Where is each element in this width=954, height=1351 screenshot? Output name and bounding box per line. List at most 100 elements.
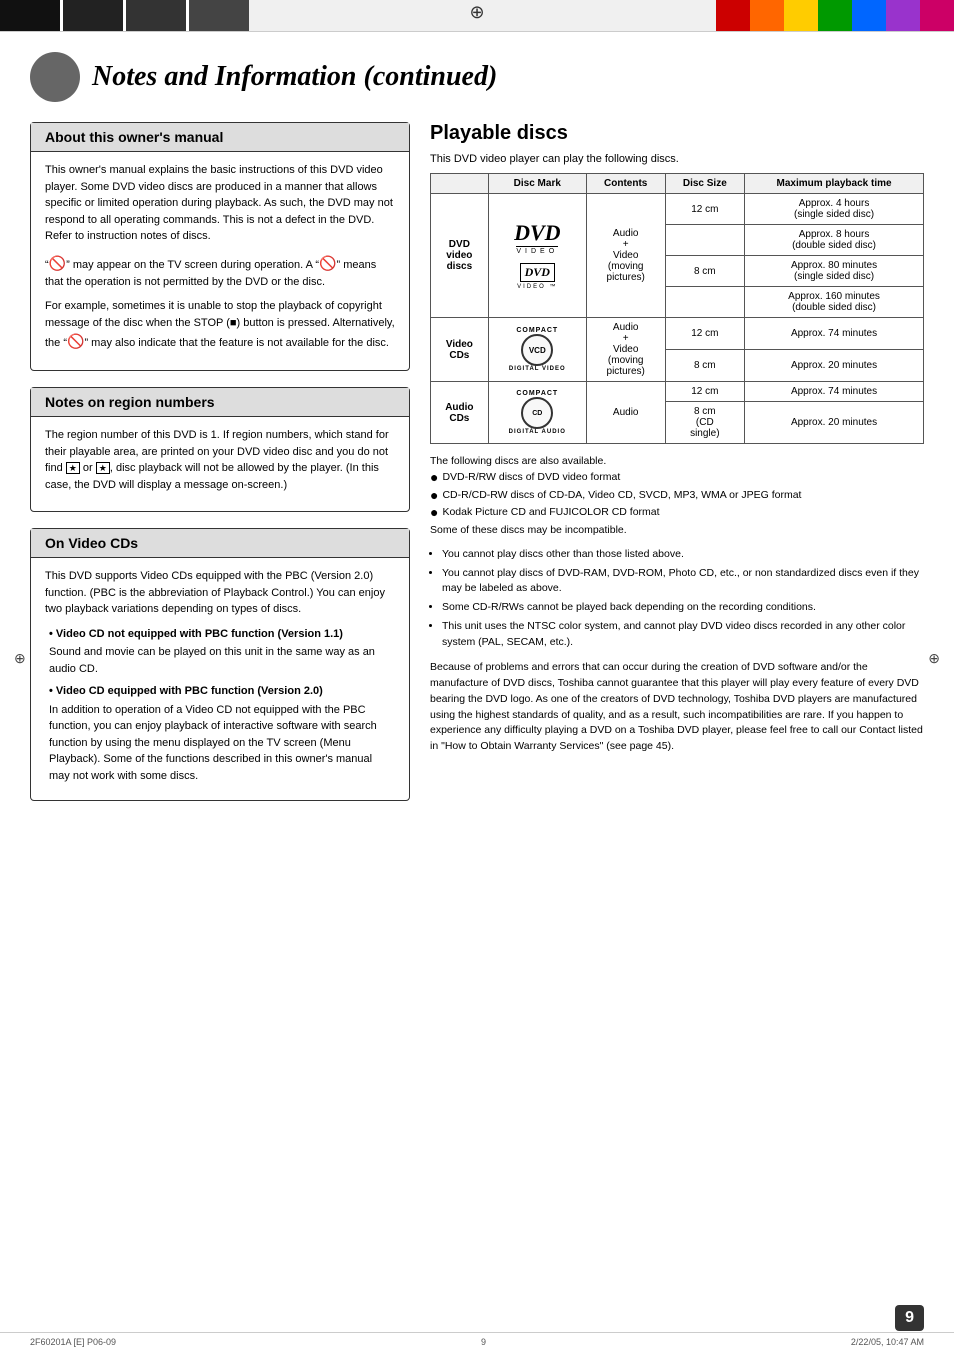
- dvd-logo: DVD VIDEO DVD VIDEO ™: [495, 222, 580, 290]
- acd-category: AudioCDs: [431, 382, 489, 444]
- playable-discs-subtitle: This DVD video player can play the follo…: [430, 153, 924, 165]
- bullet-icon-3: ●: [430, 505, 438, 521]
- vcd-size-8cm: 8 cm: [665, 350, 745, 382]
- table-row: DVDvideodiscs DVD VIDEO DVD VIDEO ™ Audi…: [431, 194, 924, 225]
- dvd-category: DVDvideodiscs: [431, 194, 489, 318]
- dvd-time-2: Approx. 8 hours(double sided disc): [745, 225, 924, 256]
- about-para-3: For example, sometimes it is unable to s…: [45, 298, 395, 352]
- compact-label-acd: COMPACT: [516, 390, 558, 397]
- col-header-max-time: Maximum playback time: [745, 174, 924, 194]
- warning-3: Some CD-R/RWs cannot be played back depe…: [442, 600, 924, 616]
- col-header-disc-size: Disc Size: [665, 174, 745, 194]
- also-available-item-3: ● Kodak Picture CD and FUJICOLOR CD form…: [430, 505, 924, 521]
- table-row: VideoCDs COMPACT VCD DIGITAL VIDEO: [431, 318, 924, 350]
- warning-2: You cannot play discs of DVD-RAM, DVD-RO…: [442, 566, 924, 598]
- acd-time-1: Approx. 74 minutes: [745, 382, 924, 402]
- playable-discs-title: Playable discs: [430, 122, 924, 145]
- also-available-item-2: ● CD-R/CD-RW discs of CD-DA, Video CD, S…: [430, 488, 924, 504]
- dvd-logo-cell: DVD VIDEO DVD VIDEO ™: [488, 194, 586, 318]
- compact-label: COMPACT: [516, 327, 558, 334]
- acd-size-8cm: 8 cm(CDsingle): [665, 402, 745, 444]
- on-video-cds-title: On Video CDs: [31, 529, 409, 558]
- on-video-cds-content: This DVD supports Video CDs equipped wit…: [31, 558, 409, 800]
- also-available-intro: The following discs are also available.: [430, 454, 924, 470]
- col-header-disc-mark: Disc Mark: [488, 174, 586, 194]
- footer-center: 9: [481, 1337, 486, 1347]
- digital-video-label: DIGITAL VIDEO: [509, 366, 566, 372]
- notes-region-text: The region number of this DVD is 1. If r…: [45, 427, 395, 493]
- also-item-text-2: CD-R/CD-RW discs of CD-DA, Video CD, SVC…: [442, 488, 801, 504]
- disc-table: Disc Mark Contents Disc Size Maximum pla…: [430, 173, 924, 444]
- about-manual-section: About this owner's manual This owner's m…: [30, 122, 410, 371]
- vcd-time-1: Approx. 74 minutes: [745, 318, 924, 350]
- vcd-logo-cell: COMPACT VCD DIGITAL VIDEO: [488, 318, 586, 382]
- video-cd-text-2: In addition to operation of a Video CD n…: [49, 702, 395, 785]
- right-column: Playable discs This DVD video player can…: [430, 122, 924, 817]
- title-decoration: [30, 52, 80, 102]
- also-available-section: The following discs are also available. …: [430, 454, 924, 539]
- dvd-time-1: Approx. 4 hours(single sided disc): [745, 194, 924, 225]
- also-item-text-3: Kodak Picture CD and FUJICOLOR CD format: [442, 505, 659, 521]
- bullet-icon-1: ●: [430, 470, 438, 486]
- warnings-list: You cannot play discs other than those l…: [430, 547, 924, 651]
- video-cd-text-1: Sound and movie can be played on this un…: [49, 644, 395, 677]
- on-video-intro: This DVD supports Video CDs equipped wit…: [45, 568, 395, 618]
- dvd-contents: Audio+Video(movingpictures): [586, 194, 665, 318]
- acd-time-2: Approx. 20 minutes: [745, 402, 924, 444]
- footer: 2F60201A [E] P06-09 9 2/22/05, 10:47 AM: [0, 1332, 954, 1351]
- dvd-size-12cm: 12 cm: [665, 194, 745, 225]
- col-header-contents: Contents: [586, 174, 665, 194]
- acd-inner-text: CD: [532, 410, 542, 417]
- dvd-logo-small: DVD: [520, 263, 555, 282]
- main-content: About this owner's manual This owner's m…: [0, 112, 954, 827]
- dvd-size-8cm: 8 cm: [665, 256, 745, 287]
- dvd-size-12cm-2: [665, 225, 745, 256]
- table-row: AudioCDs COMPACT CD DIGITAL AUDIO: [431, 382, 924, 402]
- footer-left: 2F60201A [E] P06-09: [30, 1337, 116, 1347]
- video-cd-item-2: • Video CD equipped with PBC function (V…: [45, 683, 395, 784]
- vcd-contents: Audio+Video(movingpictures): [586, 318, 665, 382]
- acd-logo: COMPACT CD DIGITAL AUDIO: [495, 390, 580, 435]
- vcd-time-2: Approx. 20 minutes: [745, 350, 924, 382]
- notes-region-section: Notes on region numbers The region numbe…: [30, 387, 410, 512]
- dvd-video-label-small: VIDEO ™: [517, 284, 557, 290]
- video-cd-item-1: • Video CD not equipped with PBC functio…: [45, 626, 395, 678]
- page-title: Notes and Information (continued): [92, 61, 497, 93]
- right-margin-mark: ⊕: [928, 650, 940, 667]
- notes-region-content: The region number of this DVD is 1. If r…: [31, 417, 409, 511]
- vcd-category: VideoCDs: [431, 318, 489, 382]
- acd-size-12cm: 12 cm: [665, 382, 745, 402]
- dvd-time-4: Approx. 160 minutes(double sided disc): [745, 287, 924, 318]
- also-available-note: Some of these discs may be incompatible.: [430, 523, 924, 539]
- vcd-size-12cm: 12 cm: [665, 318, 745, 350]
- video-cd-label-2: • Video CD equipped with PBC function (V…: [49, 685, 323, 697]
- vcd-inner-text: VCD: [529, 346, 546, 355]
- crosshair-icon: ⊕: [469, 2, 484, 23]
- notes-region-title: Notes on region numbers: [31, 388, 409, 417]
- warning-1: You cannot play discs other than those l…: [442, 547, 924, 563]
- left-column: About this owner's manual This owner's m…: [30, 122, 410, 817]
- vcd-disc-art: VCD: [521, 334, 553, 366]
- about-manual-title: About this owner's manual: [31, 123, 409, 152]
- dvd-video-label: VIDEO: [516, 246, 558, 255]
- about-manual-content: This owner's manual explains the basic i…: [31, 152, 409, 370]
- closing-text: Because of problems and errors that can …: [430, 660, 924, 755]
- about-para-2: “🚫” may appear on the TV screen during o…: [45, 253, 395, 291]
- video-cd-label-1: • Video CD not equipped with PBC functio…: [49, 628, 343, 640]
- acd-logo-cell: COMPACT CD DIGITAL AUDIO: [488, 382, 586, 444]
- footer-right: 2/22/05, 10:47 AM: [851, 1337, 924, 1347]
- vcd-disc-circle: VCD: [521, 334, 553, 366]
- warning-4: This unit uses the NTSC color system, an…: [442, 619, 924, 651]
- acd-contents: Audio: [586, 382, 665, 444]
- also-available-item-1: ● DVD-R/RW discs of DVD video format: [430, 470, 924, 486]
- page-number-badge: 9: [895, 1305, 924, 1331]
- acd-disc-circle: CD: [521, 397, 553, 429]
- on-video-cds-section: On Video CDs This DVD supports Video CDs…: [30, 528, 410, 801]
- col-header-category: [431, 174, 489, 194]
- dvd-time-3: Approx. 80 minutes(single sided disc): [745, 256, 924, 287]
- acd-disc-art: CD: [521, 397, 553, 429]
- left-margin-mark: ⊕: [14, 650, 26, 667]
- about-para-1: This owner's manual explains the basic i…: [45, 162, 395, 245]
- dvd-size-8cm-2: [665, 287, 745, 318]
- dvd-text-big: DVD: [514, 222, 560, 244]
